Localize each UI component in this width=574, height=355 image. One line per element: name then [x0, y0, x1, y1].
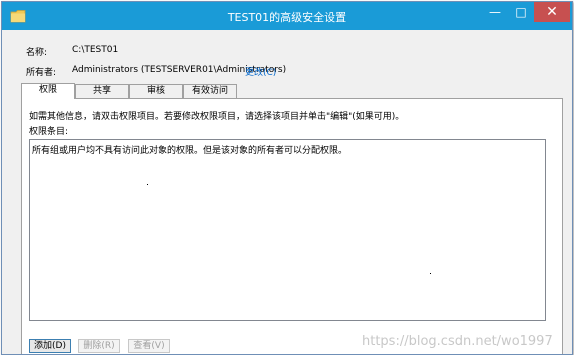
change-owner-link[interactable]: 更改(C): [245, 65, 276, 78]
stray-pixel: [430, 273, 431, 274]
permission-entries-label: 权限条目:: [29, 127, 69, 137]
watermark: https://blog.csdn.net/wo1997: [362, 334, 553, 349]
empty-permissions-message: 所有组或用户均不具有访问此对象的权限。但是该对象的所有者可以分配权限。: [32, 146, 348, 156]
tab-sharing[interactable]: 共享: [75, 84, 129, 98]
minimize-button[interactable]: —: [482, 2, 508, 22]
stray-pixel: [147, 184, 148, 185]
owner-label: 所有者:: [26, 68, 57, 78]
add-button[interactable]: 添加(D): [29, 339, 71, 353]
permissions-info-text: 如需其他信息，请双击权限项目。若要修改权限项目，请选择该项目并单击"编辑"(如果…: [29, 112, 405, 122]
close-button[interactable]: ✕: [534, 2, 570, 22]
tab-effective-access[interactable]: 有效访问: [183, 84, 237, 98]
advanced-security-window: TEST01的高级安全设置 — □ ✕ 名称: C:\TEST01 所有者: A…: [1, 1, 573, 355]
permissions-panel: 如需其他信息，请双击权限项目。若要修改权限项目，请选择该项目并单击"编辑"(如果…: [21, 98, 563, 354]
view-button[interactable]: 查看(V): [128, 339, 170, 353]
permission-entries-list[interactable]: 所有组或用户均不具有访问此对象的权限。但是该对象的所有者可以分配权限。: [29, 139, 546, 321]
tab-auditing[interactable]: 审核: [129, 84, 183, 98]
remove-button[interactable]: 删除(R): [78, 339, 120, 353]
maximize-button[interactable]: □: [508, 2, 534, 22]
title-bar[interactable]: TEST01的高级安全设置 — □ ✕: [2, 2, 572, 30]
name-label: 名称:: [26, 48, 48, 58]
tab-permissions[interactable]: 权限: [21, 83, 75, 99]
name-value: C:\TEST01: [72, 45, 119, 55]
